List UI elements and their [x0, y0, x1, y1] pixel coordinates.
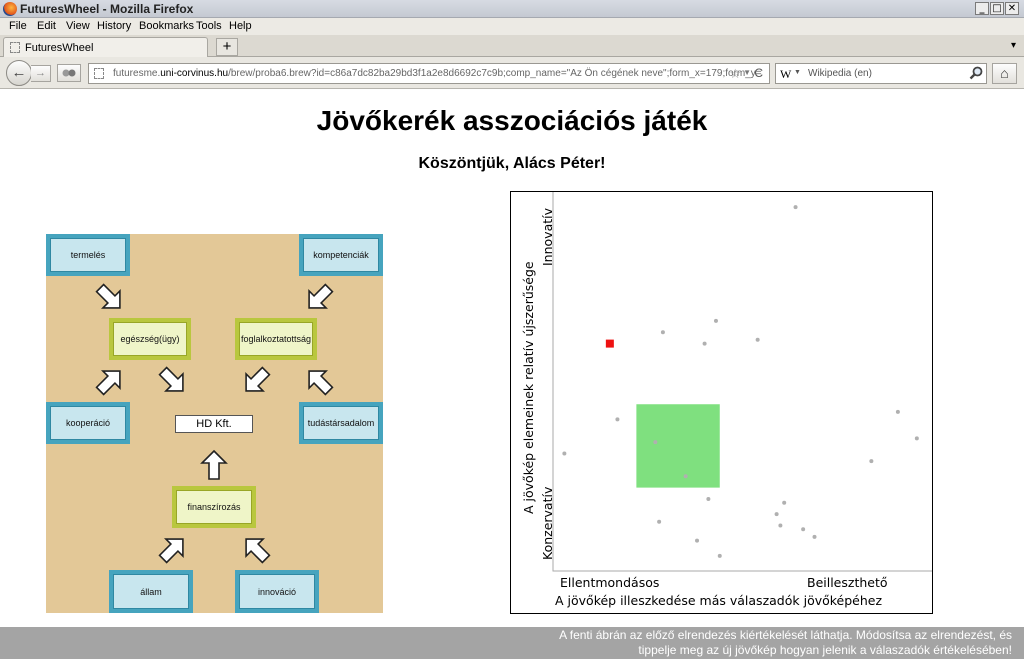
- respondent-point: [895, 409, 900, 414]
- window-titlebar: FuturesWheel - Mozilla Firefox _ □ ✕: [0, 0, 1024, 18]
- bookmark-toolbar-icon[interactable]: [57, 64, 81, 82]
- menu-help[interactable]: Help: [229, 20, 252, 32]
- respondent-point: [713, 318, 718, 323]
- menu-bar: File Edit View History Bookmarks Tools H…: [0, 18, 1024, 35]
- wheel-node-tudastarsadalom[interactable]: tudástársadalom: [299, 402, 383, 444]
- arrow-down-right-icon: [158, 366, 184, 392]
- back-button[interactable]: ←: [6, 60, 32, 86]
- url-text: futuresme.uni-corvinus.hu/brew/proba6.br…: [113, 68, 762, 79]
- y-axis-high-label: Innovatív: [540, 207, 555, 266]
- forward-button[interactable]: →: [31, 65, 51, 82]
- respondent-point: [660, 330, 665, 335]
- new-tab-button[interactable]: +: [216, 38, 238, 56]
- url-history-dropdown-icon[interactable]: ▼: [743, 68, 751, 77]
- page-identity-icon: [94, 68, 104, 79]
- arrow-up-left-icon: [245, 538, 271, 564]
- page-content: Jövőkerék asszociációs játék Köszöntjük,…: [0, 90, 1024, 669]
- firefox-icon: [3, 2, 17, 16]
- tab-label: FuturesWheel: [25, 42, 94, 54]
- wheel-node-innovacio[interactable]: innováció: [235, 570, 319, 613]
- respondent-point: [657, 519, 662, 524]
- reload-button[interactable]: C: [754, 66, 763, 80]
- respondent-point: [653, 440, 658, 445]
- wheel-center-company[interactable]: HD Kft.: [175, 415, 253, 433]
- target-region: [636, 404, 720, 488]
- bookmark-star-icon[interactable]: ☆: [729, 66, 741, 82]
- page-title: Jövőkerék asszociációs játék: [316, 105, 708, 136]
- instruction-line-2: tippelje meg az új jövőkép hogyan jeleni…: [638, 643, 1012, 657]
- respondent-point: [683, 474, 688, 479]
- instruction-line-1: A fenti ábrán az előző elrendezés kiérté…: [559, 628, 1012, 642]
- wheel-node-foglalkoztatottsag[interactable]: foglalkoztatottság: [235, 318, 317, 360]
- menu-view[interactable]: View: [66, 20, 90, 32]
- respondent-point: [782, 500, 787, 505]
- wheel-node-egeszseg[interactable]: egészség(ügy): [109, 318, 191, 360]
- respondent-point: [812, 534, 817, 539]
- respondent-point: [801, 527, 806, 532]
- tab-futureswheel[interactable]: FuturesWheel: [3, 37, 208, 57]
- search-bar[interactable]: W ▼ Wikipedia (en): [775, 63, 987, 84]
- respondent-point: [615, 417, 620, 422]
- search-input[interactable]: Wikipedia (en): [808, 68, 872, 79]
- wheel-node-kooperacio[interactable]: kooperáció: [46, 402, 130, 444]
- close-button[interactable]: ✕: [1005, 2, 1019, 15]
- plot-axes: [552, 192, 932, 572]
- respondent-point: [695, 538, 700, 543]
- engine-dropdown-icon[interactable]: ▼: [794, 69, 801, 76]
- x-axis-title: A jövőkép illeszkedése más válaszadók jö…: [555, 593, 883, 608]
- tab-list-icon[interactable]: ▾: [1011, 40, 1016, 51]
- arrow-up-right-icon: [95, 370, 121, 396]
- respondent-point: [706, 496, 711, 501]
- respondent-point: [774, 512, 779, 517]
- own-vision-point: [605, 339, 614, 348]
- menu-file[interactable]: File: [9, 20, 27, 32]
- menu-bookmarks[interactable]: Bookmarks: [139, 20, 194, 32]
- wikipedia-icon[interactable]: W: [780, 67, 791, 82]
- wheel-node-kompetenciak[interactable]: kompetenciák: [299, 234, 383, 276]
- respondent-point: [793, 205, 798, 210]
- page-icon: [10, 42, 20, 53]
- window-title: FuturesWheel - Mozilla Firefox: [20, 2, 194, 16]
- respondent-point: [755, 337, 760, 342]
- tab-bar: FuturesWheel + ▾: [0, 35, 1024, 57]
- instruction-footer: A fenti ábrán az előző elrendezés kiérté…: [0, 627, 1024, 659]
- respondent-point: [702, 341, 707, 346]
- arrow-down-right-icon: [95, 283, 121, 309]
- menu-tools[interactable]: Tools: [196, 20, 222, 32]
- arrow-up-right-icon: [158, 538, 184, 564]
- wheel-node-termeles[interactable]: termelés: [46, 234, 130, 276]
- search-icon[interactable]: [969, 66, 983, 83]
- maximize-button[interactable]: □: [990, 2, 1004, 15]
- arrow-up-left-icon: [308, 370, 334, 396]
- wheel-node-finanszirozas[interactable]: finanszírozás: [172, 486, 256, 528]
- respondent-point: [717, 553, 722, 558]
- respondent-point: [914, 436, 919, 441]
- home-button[interactable]: ⌂: [992, 63, 1017, 84]
- arrow-up-icon: [200, 449, 228, 480]
- y-axis-low-label: Konzervatív: [540, 486, 555, 560]
- greeting: Köszöntjük, Alács Péter!: [418, 155, 606, 172]
- x-axis-high-label: Beilleszthető: [807, 575, 888, 590]
- scatter-plot-svg: [552, 192, 932, 572]
- respondent-point: [778, 523, 783, 528]
- wheel-node-allam[interactable]: állam: [109, 570, 193, 613]
- futures-wheel: termelés kompetenciák egészség(ügy) fogl…: [46, 234, 383, 613]
- navigation-toolbar: ← → futuresme.uni-corvinus.hu/brew/proba…: [0, 57, 1024, 89]
- evaluation-plot: A jövőkép elemeinek relatív újszerűsége …: [510, 191, 933, 614]
- menu-edit[interactable]: Edit: [37, 20, 56, 32]
- minimize-button[interactable]: _: [975, 2, 989, 15]
- respondent-point: [562, 451, 567, 456]
- arrow-down-left-icon: [308, 283, 334, 309]
- y-axis-title: A jövőkép elemeinek relatív újszerűsége: [521, 261, 536, 514]
- arrow-down-left-icon: [245, 366, 271, 392]
- menu-history[interactable]: History: [97, 20, 131, 32]
- x-axis-low-label: Ellentmondásos: [560, 575, 660, 590]
- respondent-point: [869, 459, 874, 464]
- url-bar[interactable]: futuresme.uni-corvinus.hu/brew/proba6.br…: [88, 63, 770, 84]
